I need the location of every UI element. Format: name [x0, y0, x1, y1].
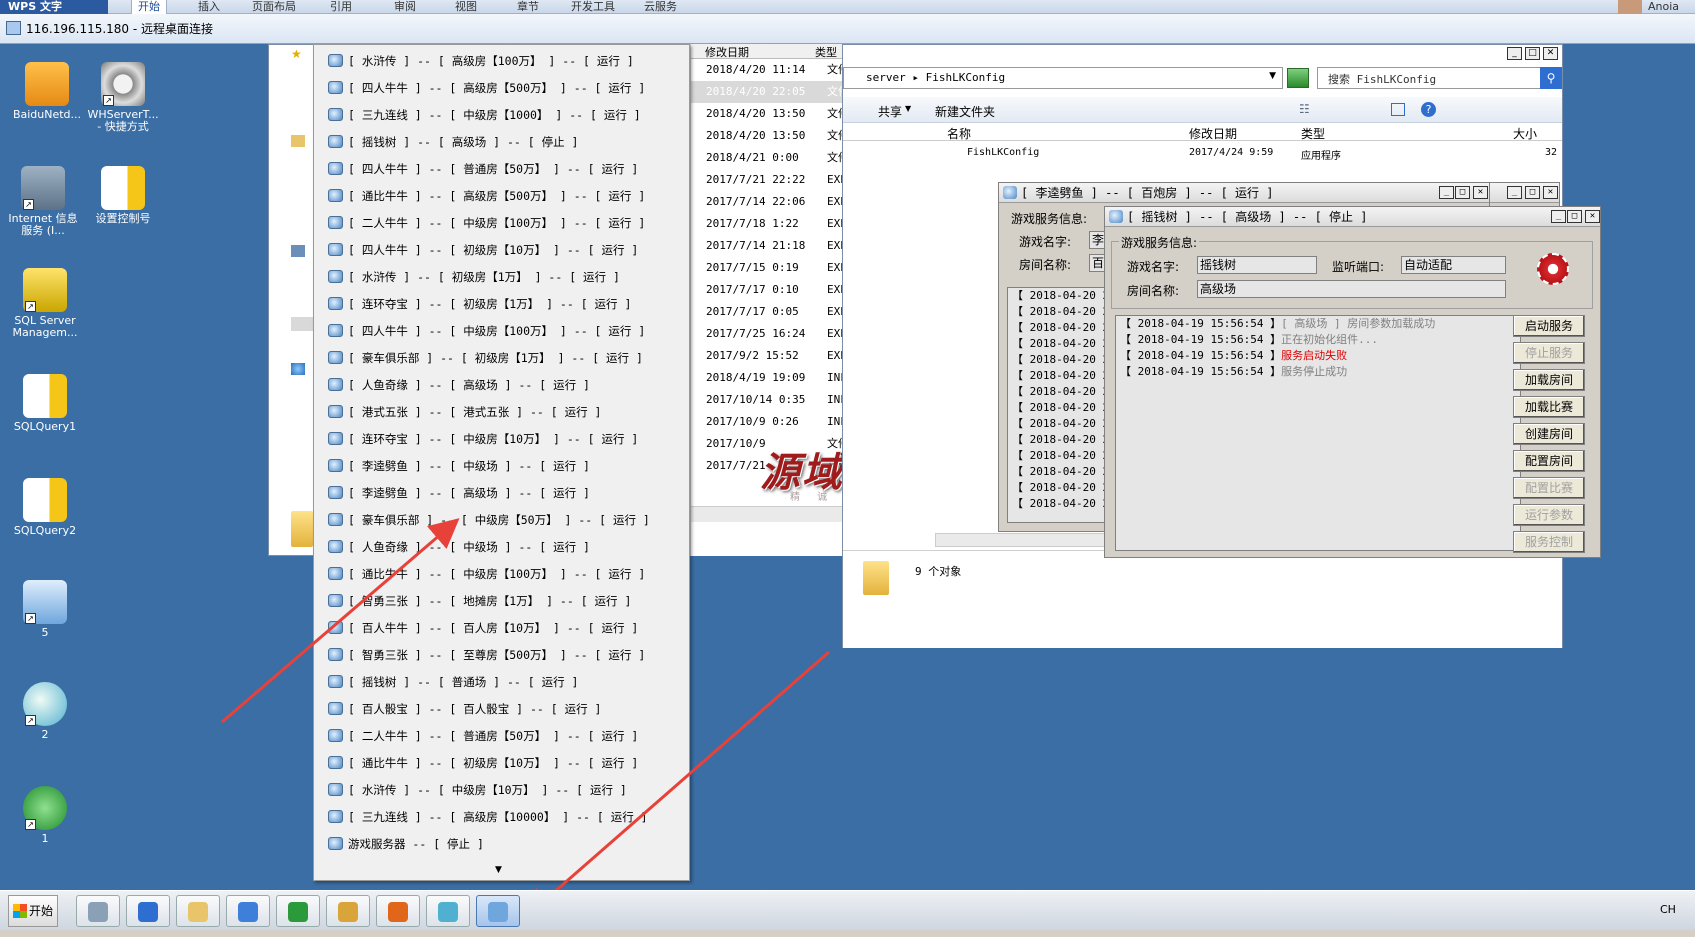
baidu-netdisk-icon — [238, 902, 258, 922]
input-language[interactable]: CH — [1660, 903, 1676, 916]
server-manager-icon — [88, 902, 108, 922]
server-manager-taskbar-button[interactable] — [76, 895, 120, 927]
recycle-arrows-icon — [288, 902, 308, 922]
taskbar: 开始 CH — [0, 890, 1695, 930]
windows-logo-icon — [13, 904, 27, 918]
annotation-overlay — [221, 518, 830, 919]
network-computer-taskbar-button[interactable] — [476, 895, 520, 927]
network-computer-icon — [488, 902, 508, 922]
baidu-netdisk-taskbar-button[interactable] — [226, 895, 270, 927]
chat-bubble-taskbar-button[interactable] — [426, 895, 470, 927]
game-vs-taskbar-button[interactable] — [376, 895, 420, 927]
recycle-arrows-taskbar-button[interactable] — [276, 895, 320, 927]
start-button[interactable]: 开始 — [8, 895, 58, 927]
powershell-taskbar-button[interactable] — [126, 895, 170, 927]
explorer-folder-taskbar-button[interactable] — [176, 895, 220, 927]
chat-bubble-icon — [438, 902, 458, 922]
key-tools-taskbar-button[interactable] — [326, 895, 370, 927]
powershell-icon — [138, 902, 158, 922]
explorer-folder-icon — [188, 902, 208, 922]
game-vs-icon — [388, 902, 408, 922]
annotation-arrow-2 — [523, 650, 830, 919]
rdp-bottom-bar — [0, 930, 1695, 937]
key-tools-icon — [338, 902, 358, 922]
start-label: 开始 — [28, 904, 53, 918]
annotation-arrow-1 — [221, 518, 460, 724]
